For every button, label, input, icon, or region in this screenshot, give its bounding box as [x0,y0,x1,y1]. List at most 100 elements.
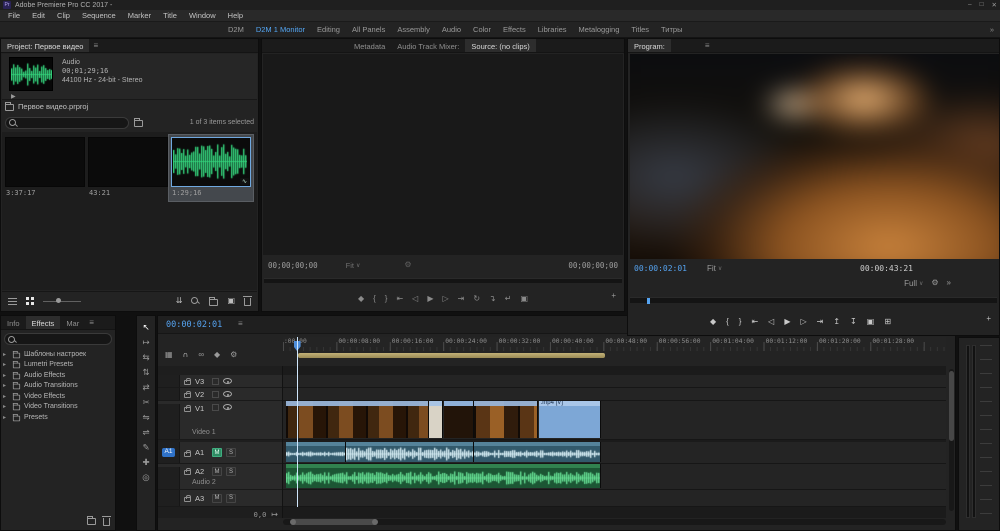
effects-folder[interactable]: ▸Video Transitions [3,402,113,413]
twirl-icon[interactable]: ▸ [3,372,9,379]
more-options-icon[interactable]: » [947,279,951,287]
mute-button[interactable]: M [212,448,222,457]
timeline-clip-a1-3[interactable] [474,442,601,462]
zoom-slider[interactable] [43,297,81,306]
track-output-toggle[interactable] [223,378,232,384]
delete-button[interactable] [244,298,251,306]
rolling-edit-tool[interactable]: ⇅ [137,365,155,380]
comparison-view-button[interactable]: ⊞ [884,318,891,326]
timeline-vertical-scrollbar[interactable] [949,369,954,511]
lock-icon[interactable] [184,393,191,398]
automate-to-sequence-button[interactable]: ⇊ [176,297,183,305]
mark-in-button[interactable]: { [373,295,376,303]
insert-button[interactable]: ↴ [489,295,496,303]
menu-edit[interactable]: Edit [26,11,51,20]
tab-source-no-clips-[interactable]: Source: (no clips) [465,39,535,52]
effects-folder[interactable]: ▸Lumetri Presets [3,360,113,371]
project-file-row[interactable]: Первое видео.prproj [5,102,88,111]
program-settings-icon[interactable]: ⚙ [931,279,938,287]
source-scrubber[interactable] [264,278,622,283]
work-area-bar[interactable] [298,353,606,358]
tab-mar[interactable]: Mar [60,316,85,329]
effects-folder[interactable]: ▸Audio Effects [3,370,113,381]
go-to-out-button[interactable]: ⇥ [817,318,824,326]
timeline-clip-v1-1[interactable] [286,401,429,438]
twirl-icon[interactable]: ▸ [3,351,9,358]
nest-source-toggle[interactable]: ▦ [165,351,173,359]
linked-selection-toggle[interactable]: ∞ [198,351,204,359]
project-item[interactable]: 3:37:17 [5,137,85,199]
track-header-a3[interactable]: A3MS [158,490,282,507]
step-back-button[interactable]: ◁ [768,318,774,326]
effects-search-input[interactable] [4,333,112,345]
track-header-v2[interactable]: V2 [158,388,282,401]
timeline-clip-v1-4[interactable] [474,401,538,438]
maximize-button[interactable]: □ [980,1,984,9]
panel-menu-icon[interactable]: ≡ [238,320,243,328]
workspace-tab-effects[interactable]: Effects [497,25,532,34]
menu-title[interactable]: Title [157,11,183,20]
tab-audio-track-mixer-[interactable]: Audio Track Mixer: [391,39,465,52]
sync-lock-toggle[interactable] [212,378,219,385]
track-output-toggle[interactable] [223,404,232,410]
lock-icon[interactable] [184,470,191,475]
lift-button[interactable]: ↥ [833,318,840,326]
project-tab[interactable]: Project: Первое видео [1,39,89,52]
export-frame-button[interactable]: ▣ [867,318,875,326]
program-zoom-select[interactable]: Fit∨ [707,264,722,273]
pen-tool[interactable]: ✎ [137,440,155,455]
mark-in-button[interactable]: { [726,318,729,326]
lock-icon[interactable] [184,452,191,457]
menu-clip[interactable]: Clip [51,11,76,20]
twirl-icon[interactable]: ▸ [3,414,9,421]
panel-menu-icon[interactable]: ≡ [89,39,102,52]
extract-button[interactable]: ↧ [850,318,857,326]
source-settings-icon[interactable]: ⚙ [404,261,411,269]
lock-icon[interactable] [184,380,191,385]
effects-folder[interactable]: ▸Шаблоны настроек [3,349,113,360]
source-patch[interactable]: A1 [158,442,180,463]
source-zoom-select[interactable]: Fit∨ [346,261,361,270]
source-patch[interactable] [158,388,180,400]
track-header-v1[interactable]: V1Video 1 [158,401,282,440]
new-bin-button[interactable] [209,299,218,306]
workspace-tab-audio[interactable]: Audio [436,25,467,34]
timeline-ruler[interactable]: :00:0000:00:08:0000:00:16:0000:00:24:000… [283,337,946,351]
source-patch-badge[interactable]: A1 [162,448,176,457]
project-item-thumbnail[interactable] [88,137,168,187]
step-forward-button[interactable]: ▷ [800,318,806,326]
add-marker-button[interactable]: ◆ [214,351,220,359]
workspace-tab-assembly[interactable]: Assembly [391,25,436,34]
solo-button[interactable]: S [226,448,236,457]
project-item-thumbnail[interactable] [5,137,85,187]
sync-lock-toggle[interactable] [212,391,219,398]
effects-folder[interactable]: ▸Audio Transitions [3,381,113,392]
menu-help[interactable]: Help [222,11,249,20]
add-marker-button[interactable]: ◆ [710,318,716,326]
timeline-clip-a1-2[interactable] [346,442,474,462]
workspace-tab-d2m-1-monitor[interactable]: D2M 1 Monitor [250,25,311,34]
timeline-horizontal-scrollbar[interactable] [283,519,946,525]
source-patch[interactable] [158,404,180,439]
twirl-icon[interactable]: ▸ [3,361,9,368]
workspace-tab-all-panels[interactable]: All Panels [346,25,391,34]
scrollbar-thumb[interactable] [949,371,954,441]
track-lane-a3[interactable] [283,490,946,507]
play-button[interactable]: ▶ [427,295,433,303]
fader-value[interactable]: 0,0 [254,511,267,519]
go-to-out-button[interactable]: ⇥ [458,295,465,303]
solo-button[interactable]: S [226,494,236,503]
timeline-settings-button[interactable]: ⚙ [230,351,237,359]
panel-plus-button[interactable]: + [611,292,616,300]
step-forward-button[interactable]: ▷ [442,295,448,303]
list-view-button[interactable] [8,298,17,305]
project-file-name[interactable]: Первое видео.prproj [18,102,88,111]
find-button[interactable] [191,297,200,306]
track-lane-v2[interactable] [283,388,946,401]
playhead[interactable] [297,337,298,507]
workspace-tab-d2m[interactable]: D2M [222,25,250,34]
add-marker-button[interactable]: ◆ [358,295,364,303]
source-patch[interactable] [158,490,180,506]
poster-play-button[interactable]: ▶ [11,93,16,100]
menu-file[interactable]: File [2,11,26,20]
